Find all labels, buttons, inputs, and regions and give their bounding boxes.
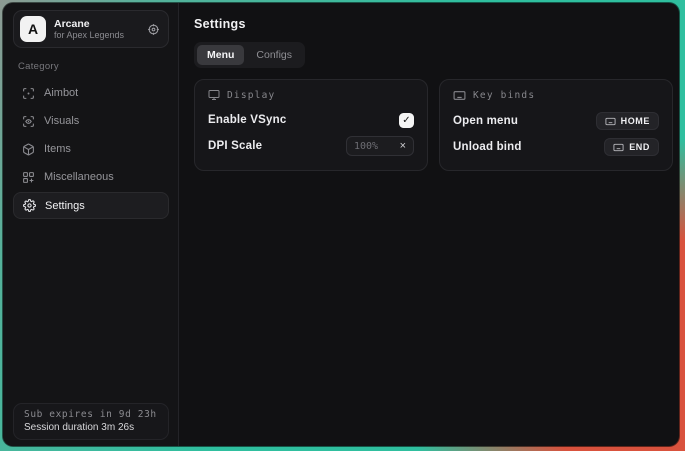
- sidebar-item-aimbot[interactable]: Aimbot: [13, 79, 169, 107]
- app-window: A Arcane for Apex Legends Category: [3, 3, 679, 446]
- tab-configs[interactable]: Configs: [246, 45, 302, 65]
- unload-bind-row: Unload bind END: [453, 134, 659, 160]
- sidebar-item-label: Visuals: [44, 115, 79, 127]
- gear-icon: [23, 199, 36, 212]
- settings-tabs: Menu Configs: [194, 42, 305, 68]
- brand-title: Arcane: [54, 18, 139, 30]
- dpi-row: DPI Scale 100% ×: [208, 133, 414, 159]
- display-card-title: Display: [227, 90, 275, 101]
- keyboard-icon: [605, 116, 616, 127]
- keyboard-icon: [613, 142, 624, 153]
- keybinds-card-header: Key binds: [453, 89, 659, 102]
- dpi-scale-input[interactable]: 100% ×: [346, 136, 414, 156]
- brand-card: A Arcane for Apex Legends: [13, 10, 169, 48]
- blocks-icon: [22, 171, 35, 184]
- sidebar-item-visuals[interactable]: Visuals: [13, 107, 169, 135]
- sidebar-item-label: Aimbot: [44, 87, 78, 99]
- dpi-scale-value: 100%: [354, 141, 378, 152]
- open-menu-row: Open menu HOME: [453, 108, 659, 134]
- dpi-label: DPI Scale: [208, 140, 262, 152]
- keyboard-icon: [453, 89, 466, 102]
- open-menu-key: HOME: [621, 116, 650, 126]
- brand-subtitle: for Apex Legends: [54, 30, 139, 40]
- eye-scan-icon: [22, 115, 35, 128]
- cube-icon: [22, 143, 35, 156]
- session-duration-text: Session duration 3m 26s: [24, 422, 158, 433]
- main-content: Settings Menu Configs Display: [179, 3, 679, 446]
- crosshair-icon[interactable]: [147, 23, 160, 36]
- monitor-icon: [208, 89, 220, 101]
- sidebar: A Arcane for Apex Legends Category: [3, 3, 179, 446]
- unload-bind-key: END: [629, 142, 650, 152]
- sidebar-item-miscellaneous[interactable]: Miscellaneous: [13, 163, 169, 191]
- sidebar-item-items[interactable]: Items: [13, 135, 169, 163]
- subscription-status-card: Sub expires in 9d 23h Session duration 3…: [13, 403, 169, 440]
- brand-logo: A: [20, 16, 46, 42]
- display-card: Display Enable VSync ✓ DPI Scale 100% ×: [194, 79, 428, 171]
- clear-icon[interactable]: ×: [400, 141, 406, 152]
- tab-menu[interactable]: Menu: [197, 45, 244, 65]
- brand-logo-letter: A: [28, 21, 38, 37]
- sidebar-item-label: Miscellaneous: [44, 171, 114, 183]
- sub-expiry-text: Sub expires in 9d 23h: [24, 409, 158, 420]
- sidebar-item-label: Settings: [45, 200, 85, 212]
- check-icon: ✓: [402, 115, 410, 126]
- unload-bind-label: Unload bind: [453, 141, 522, 153]
- unload-keybind-button[interactable]: END: [604, 138, 659, 156]
- open-menu-label: Open menu: [453, 115, 518, 127]
- brand-text: Arcane for Apex Legends: [54, 18, 139, 40]
- display-card-header: Display: [208, 89, 414, 101]
- settings-cards: Display Enable VSync ✓ DPI Scale 100% ×: [194, 79, 673, 171]
- category-label: Category: [18, 61, 169, 72]
- keybinds-card: Key binds Open menu HOME: [439, 79, 673, 171]
- vsync-checkbox[interactable]: ✓: [399, 113, 414, 128]
- keybinds-card-title: Key binds: [473, 90, 535, 101]
- crosshair-scan-icon: [22, 87, 35, 100]
- sidebar-item-label: Items: [44, 143, 71, 155]
- page-title: Settings: [194, 17, 673, 31]
- open-menu-keybind-button[interactable]: HOME: [596, 112, 659, 130]
- sidebar-item-settings[interactable]: Settings: [13, 192, 169, 219]
- vsync-row: Enable VSync ✓: [208, 107, 414, 133]
- sidebar-nav: Aimbot Visuals: [13, 79, 169, 220]
- vsync-label: Enable VSync: [208, 114, 286, 126]
